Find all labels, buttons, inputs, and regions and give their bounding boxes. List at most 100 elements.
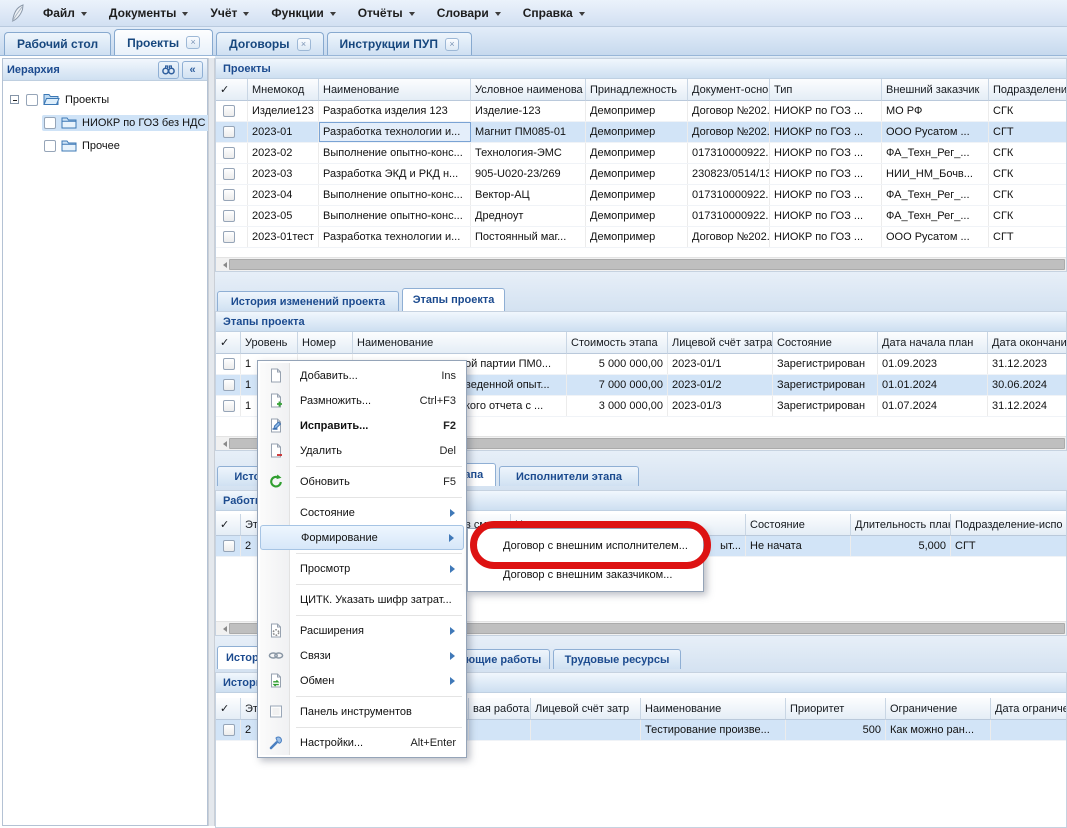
row-checkbox[interactable] bbox=[223, 189, 235, 201]
table-cell[interactable]: Демопример bbox=[586, 206, 688, 226]
table-cell[interactable]: Разработка изделия 123 bbox=[319, 101, 471, 121]
table-cell[interactable]: 2023-01тест bbox=[248, 227, 319, 247]
table-cell[interactable]: Выполнение опытно-конс... bbox=[319, 185, 471, 205]
table-cell[interactable]: Выполнение опытно-конс... bbox=[319, 143, 471, 163]
context-menu-item-14[interactable]: Расширения bbox=[260, 618, 464, 643]
table-cell[interactable]: Тестирование произве... bbox=[641, 720, 786, 740]
table-cell[interactable]: 01.01.2024 bbox=[878, 375, 988, 395]
column-header-6[interactable]: Длительность план▼ bbox=[851, 514, 951, 536]
table-cell[interactable] bbox=[216, 185, 248, 205]
table-cell[interactable]: НИОКР по ГОЗ ... bbox=[770, 143, 882, 163]
table-cell[interactable] bbox=[216, 122, 248, 142]
context-menu-item-8[interactable]: Формирование bbox=[260, 525, 464, 550]
row-checkbox[interactable] bbox=[223, 379, 235, 391]
table-cell[interactable]: 31.12.2024 bbox=[988, 396, 1067, 416]
scroll-left-arrow-icon[interactable] bbox=[217, 438, 229, 450]
table-cell[interactable] bbox=[216, 354, 241, 374]
table-row-0[interactable]: Изделие123Разработка изделия 123Изделие-… bbox=[216, 101, 1067, 122]
table-cell[interactable]: МО РФ bbox=[882, 101, 989, 121]
table-cell[interactable]: СГК bbox=[989, 101, 1067, 121]
context-menu-item-5[interactable]: ОбновитьF5 bbox=[260, 469, 464, 494]
table-cell[interactable] bbox=[216, 227, 248, 247]
table-cell[interactable]: Разработка ЭКД и РКД н... bbox=[319, 164, 471, 184]
row-checkbox[interactable] bbox=[223, 210, 235, 222]
table-cell[interactable]: НИОКР по ГОЗ ... bbox=[770, 122, 882, 142]
table-cell[interactable]: Магнит ПМ085-01 bbox=[471, 122, 586, 142]
table-cell[interactable]: НИОКР по ГОЗ ... bbox=[770, 227, 882, 247]
table-cell[interactable]: 2023-05 bbox=[248, 206, 319, 226]
table-cell[interactable]: 2023-02 bbox=[248, 143, 319, 163]
row-checkbox[interactable] bbox=[223, 724, 235, 736]
context-menu-item-15[interactable]: Связи bbox=[260, 643, 464, 668]
table-cell[interactable]: ООО Русатом ... bbox=[882, 227, 989, 247]
tab-0[interactable]: История изменений проекта bbox=[217, 291, 399, 311]
table-cell[interactable]: 5 000 000,00 bbox=[567, 354, 668, 374]
scroll-left-arrow-icon[interactable] bbox=[217, 623, 229, 635]
tab-close-icon[interactable]: × bbox=[297, 38, 311, 51]
table-row-2[interactable]: 2023-02Выполнение опытно-конс...Технолог… bbox=[216, 143, 1067, 164]
table-cell[interactable]: СГК bbox=[989, 164, 1067, 184]
menubar-item-4[interactable]: Отчёты bbox=[347, 0, 426, 26]
context-menu-item-10[interactable]: Просмотр bbox=[260, 556, 464, 581]
tree-checkbox[interactable] bbox=[44, 117, 56, 129]
table-cell[interactable]: Разработка технологии и... bbox=[319, 227, 471, 247]
table-cell[interactable]: 2023-03 bbox=[248, 164, 319, 184]
table-row-3[interactable]: 2023-03Разработка ЭКД и РКД н...905-U020… bbox=[216, 164, 1067, 185]
table-cell[interactable]: Зарегистрирован bbox=[773, 375, 878, 395]
table-cell[interactable]: 230823/0514/136 bbox=[688, 164, 770, 184]
row-checkbox[interactable] bbox=[223, 540, 235, 552]
column-header-7[interactable]: Дата начала план bbox=[878, 332, 988, 354]
table-cell[interactable]: 01.07.2024 bbox=[878, 396, 988, 416]
tab-2[interactable]: Трудовые ресурсы bbox=[553, 649, 681, 669]
tree-checkbox[interactable] bbox=[26, 94, 38, 106]
table-cell[interactable]: 017310000922... bbox=[688, 185, 770, 205]
table-cell[interactable]: Демопример bbox=[586, 164, 688, 184]
table-cell[interactable]: Дредноут bbox=[471, 206, 586, 226]
table-cell[interactable] bbox=[216, 396, 241, 416]
menubar-item-1[interactable]: Документы bbox=[98, 0, 199, 26]
table-cell[interactable]: 2023-01/3 bbox=[668, 396, 773, 416]
table-cell[interactable]: Договор №202... bbox=[688, 101, 770, 121]
table-cell[interactable]: 5,000 bbox=[851, 536, 951, 556]
table-cell[interactable]: Разработка технологии и... bbox=[319, 122, 471, 142]
column-header-2[interactable]: Наименование bbox=[319, 79, 471, 101]
column-header-5[interactable]: Документ-основан bbox=[688, 79, 770, 101]
table-cell[interactable]: НИОКР по ГОЗ ... bbox=[770, 101, 882, 121]
table-cell[interactable]: 3 000 000,00 bbox=[567, 396, 668, 416]
table-row-5[interactable]: 2023-05Выполнение опытно-конс...Дредноут… bbox=[216, 206, 1067, 227]
context-menu-item-20[interactable]: Настройки...Alt+Enter bbox=[260, 730, 464, 755]
table-cell[interactable]: 30.06.2024 bbox=[988, 375, 1067, 395]
tree-checkbox[interactable] bbox=[44, 140, 56, 152]
collapse-sidebar-button[interactable]: « bbox=[182, 61, 203, 79]
column-header-7[interactable]: Внешний заказчик bbox=[882, 79, 989, 101]
table-cell[interactable]: 017310000922... bbox=[688, 143, 770, 163]
tab-2[interactable]: Исполнители этапа bbox=[499, 466, 639, 486]
table-cell[interactable]: Демопример bbox=[586, 101, 688, 121]
table-cell[interactable]: 2023-01 bbox=[248, 122, 319, 142]
row-checkbox[interactable] bbox=[223, 168, 235, 180]
table-cell[interactable] bbox=[469, 720, 531, 740]
column-header-6[interactable]: Состояние bbox=[773, 332, 878, 354]
table-cell[interactable]: СГТ bbox=[989, 227, 1067, 247]
table-cell[interactable]: СГТ bbox=[951, 536, 1067, 556]
table-cell[interactable]: СГК bbox=[989, 206, 1067, 226]
table-cell[interactable]: Как можно ран... bbox=[886, 720, 991, 740]
table-cell[interactable]: 017310000922... bbox=[688, 206, 770, 226]
table-cell[interactable]: Выполнение опытно-конс... bbox=[319, 206, 471, 226]
menubar-item-0[interactable]: Файл bbox=[32, 0, 98, 26]
column-header-4[interactable]: Стоимость этапа bbox=[567, 332, 668, 354]
table-cell[interactable]: Демопример bbox=[586, 227, 688, 247]
table-cell[interactable]: НИИ_НМ_Бочв... bbox=[882, 164, 989, 184]
column-header-3[interactable]: вая работа bbox=[469, 698, 531, 720]
horizontal-scrollbar[interactable] bbox=[216, 257, 1066, 271]
table-row-1[interactable]: 2023-01Разработка технологии и...Магнит … bbox=[216, 122, 1067, 143]
column-header-5[interactable]: Лицевой счёт затрат. bbox=[668, 332, 773, 354]
table-cell[interactable]: НИОКР по ГОЗ ... bbox=[770, 164, 882, 184]
column-header-1[interactable]: Уровень bbox=[241, 332, 298, 354]
context-menu-item-1[interactable]: Размножить...Ctrl+F3 bbox=[260, 388, 464, 413]
table-cell[interactable]: 2023-04 bbox=[248, 185, 319, 205]
table-cell[interactable]: ООО Русатом ... bbox=[882, 122, 989, 142]
column-header-0[interactable]: ✓ bbox=[216, 332, 241, 354]
column-header-0[interactable]: ✓ bbox=[216, 514, 241, 536]
table-cell[interactable] bbox=[216, 536, 241, 556]
